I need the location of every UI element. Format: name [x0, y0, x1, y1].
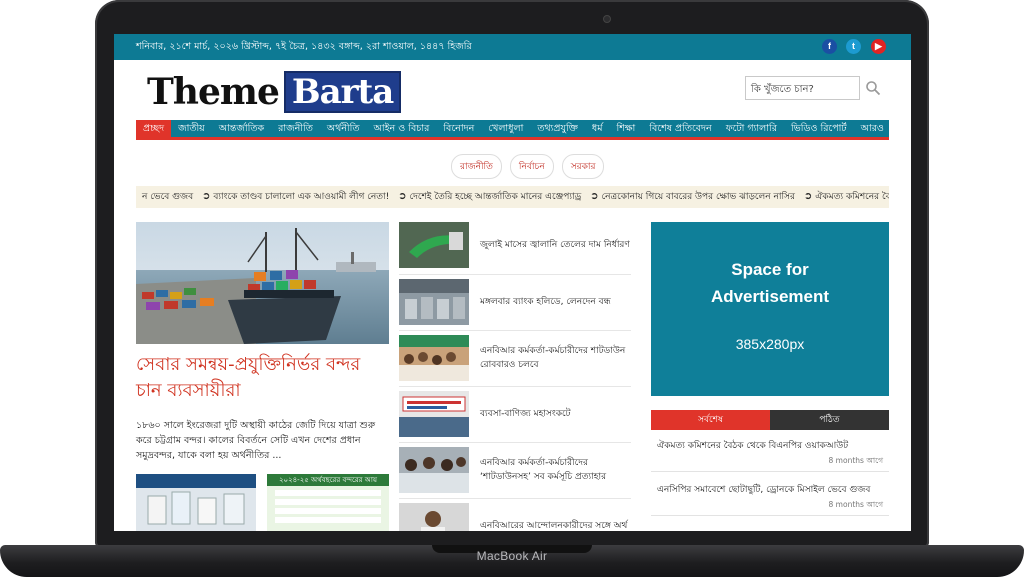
site-logo[interactable]: Theme Barta	[147, 71, 402, 113]
arrow-circle-icon: ➲	[398, 191, 407, 202]
nav-item-religion[interactable]: ধর্ম	[585, 120, 610, 137]
list-item[interactable]: জুলাই মাসের জ্বালানি তেলের দাম নির্ধারণ	[399, 222, 631, 272]
ad-size-label: 385x280px	[735, 336, 805, 352]
logo-text-theme: Theme	[147, 71, 280, 113]
meeting-crowd-thumbnail	[399, 447, 469, 493]
sidebar-news-title: ঐকমত্য কমিশনের বৈঠক থেকে বিএনপির ওয়াকআউ…	[657, 441, 849, 451]
story-thumbnail[interactable]	[136, 474, 256, 531]
nav-item-photo-gallery[interactable]: ফটো গ্যালারি	[719, 120, 784, 137]
divider	[399, 330, 631, 331]
banner-thumbnail	[399, 391, 469, 437]
nav-item-national[interactable]: জাতীয়	[171, 120, 212, 137]
list-item[interactable]: এনবিআরের আন্দোলনকারীদের সঙ্গে অর্থ	[399, 503, 631, 531]
sidebar-tabs: সর্বশেষ পঠিত	[651, 410, 889, 430]
tag-politics[interactable]: রাজনীতি	[451, 154, 502, 179]
speaker-thumbnail	[399, 503, 469, 531]
arrow-circle-icon: ➲	[202, 191, 211, 202]
lead-story-title[interactable]: সেবার সমন্বয়-প্রযুক্তিনির্ভর বন্দর চান …	[136, 352, 389, 404]
list-item[interactable]: ব্যবসা-বাণিজ্য মহাসংকটে	[399, 391, 631, 441]
main-navigation: প্রচ্ছদ জাতীয় আন্তর্জাতিক রাজনীতি অর্থন…	[136, 120, 889, 140]
tab-most-read[interactable]: পঠিত	[770, 410, 889, 430]
lead-story-image[interactable]	[136, 222, 389, 344]
ad-text-line2: Advertisement	[710, 287, 830, 306]
arrow-circle-icon: ➲	[590, 191, 599, 202]
nav-item-special-report[interactable]: বিশেষ প্রতিবেদন	[642, 120, 718, 137]
tag-list: রাজনীতি নির্বাচন সরকার	[451, 154, 605, 179]
list-item[interactable]: এনবিআর কর্মকর্তা-কর্মচারীদের শাটডাউন রোব…	[399, 335, 631, 385]
twitter-icon[interactable]: t	[846, 39, 861, 54]
browser-screen: শনিবার, ২১শে মার্চ, ২০২৬ খ্রিস্টাব্দ, ৭ই…	[114, 34, 911, 531]
arrow-circle-icon: ➲	[803, 191, 813, 202]
tag-election[interactable]: নির্বাচন	[509, 154, 554, 179]
divider	[399, 442, 631, 443]
logo-text-barta: Barta	[283, 71, 402, 113]
ticker-item[interactable]: ব্যাংকে তাণ্ডব চালালো এক আওয়ামী লীগ নেত…	[213, 192, 389, 202]
divider	[399, 274, 631, 275]
ticker-item[interactable]: ন ভেবে গুজব	[142, 192, 193, 202]
news-title: এনবিআর কর্মকর্তা-কর্মচারীদের ‘শাটডাউনসহ’…	[480, 458, 607, 482]
laptop-model-label: MacBook Air	[476, 549, 548, 563]
news-title: মঙ্গলবার ব্যাংক হলিডে, লেনদেন বন্ধ	[480, 297, 611, 307]
divider	[399, 386, 631, 387]
facebook-icon[interactable]: f	[822, 39, 837, 54]
news-title: ব্যবসা-বাণিজ্য মহাসংকটে	[480, 409, 571, 419]
news-title: জুলাই মাসের জ্বালানি তেলের দাম নির্ধারণ	[480, 240, 630, 250]
search-input[interactable]: কি খুঁজতে চান?	[745, 76, 860, 100]
sidebar-news-title: এনসিপির সমাবেশে ছোটাছুটি, ড্রোনকে মিসাইল…	[657, 485, 871, 495]
nav-item-international[interactable]: আন্তর্জাতিক	[212, 120, 271, 137]
list-item[interactable]: এনবিআর কর্মকর্তা-কর্মচারীদের ‘শাটডাউনসহ’…	[399, 447, 631, 497]
nav-item-sports[interactable]: খেলাধুলা	[481, 120, 530, 137]
nav-item-technology[interactable]: তথ্যপ্রযুক্তি	[530, 120, 585, 137]
list-item[interactable]: মঙ্গলবার ব্যাংক হলিডে, লেনদেন বন্ধ	[399, 279, 631, 329]
fuel-nozzle-thumbnail	[399, 222, 469, 268]
date-line: শনিবার, ২১শে মার্চ, ২০২৬ খ্রিস্টাব্দ, ৭ই…	[136, 41, 472, 52]
news-title: এনবিআর কর্মকর্তা-কর্মচারীদের শাটডাউন রোব…	[480, 346, 626, 370]
top-bar: শনিবার, ২১শে মার্চ, ২০২৬ খ্রিস্টাব্দ, ৭ই…	[114, 34, 911, 60]
nav-item-entertainment[interactable]: বিনোদন	[436, 120, 481, 137]
tag-government[interactable]: সরকার	[561, 154, 605, 179]
ticker-item[interactable]: দেশেই তৈরি হচ্ছে আন্তর্জাতিক মানের এঞ্জে…	[409, 192, 581, 202]
lead-story-summary: ১৮৬০ সালে ইংরেজরা দুটি অস্থায়ী কাঠের জে…	[136, 420, 376, 461]
nav-item-economy[interactable]: অর্থনীতি	[320, 120, 367, 137]
list-item[interactable]: এনসিপির সমাবেশে ছোটাছুটি, ড্রোনকে মিসাইল…	[651, 478, 889, 516]
search-icon[interactable]	[865, 80, 881, 96]
timestamp: 8 months আগে	[828, 456, 883, 465]
nav-item-more[interactable]: আরও	[854, 120, 891, 137]
ad-text-line1: Space for	[731, 260, 809, 279]
nav-item-education[interactable]: শিক্ষা	[610, 120, 643, 137]
revenue-table-caption: ২০২৪-২৫ অর্থবছরের বন্দরের আয়	[278, 476, 378, 484]
tab-latest[interactable]: সর্বশেষ	[651, 410, 770, 430]
divider	[399, 498, 631, 499]
youtube-icon[interactable]: ▶	[871, 39, 886, 54]
timestamp: 8 months আগে	[828, 500, 883, 509]
news-title: এনবিআরের আন্দোলনকারীদের সঙ্গে অর্থ	[480, 521, 628, 531]
advertisement-slot[interactable]: Space for Advertisement 385x280px	[651, 222, 889, 396]
nav-item-video-report[interactable]: ভিডিও রিপোর্ট	[784, 120, 854, 137]
list-item[interactable]: ঐকমত্য কমিশনের বৈঠক থেকে বিএনপির ওয়াকআউ…	[651, 434, 889, 472]
ticker-item[interactable]: নেত্রকোনায় গিয়ে বাবরের উপর ক্ষোভ ঝাড়ল…	[601, 192, 794, 202]
nav-item-law[interactable]: আইন ও বিচার	[367, 120, 437, 137]
nav-item-politics[interactable]: রাজনীতি	[271, 120, 320, 137]
nav-item-home[interactable]: প্রচ্ছদ	[136, 120, 172, 137]
news-ticker: ন ভেবে গুজব ➲ ব্যাংকে তাণ্ডব চালালো এক আও…	[136, 186, 889, 208]
bank-thumbnail	[399, 279, 469, 325]
protest-crowd-thumbnail	[399, 335, 469, 381]
camera-icon	[603, 15, 611, 23]
story-thumbnail[interactable]: ২০২৪-২৫ অর্থবছরের বন্দরের আয়	[267, 474, 389, 531]
ticker-item[interactable]: ঐকমত্য কমিশনের বৈঠক থেকে বিএনপির	[815, 192, 889, 202]
